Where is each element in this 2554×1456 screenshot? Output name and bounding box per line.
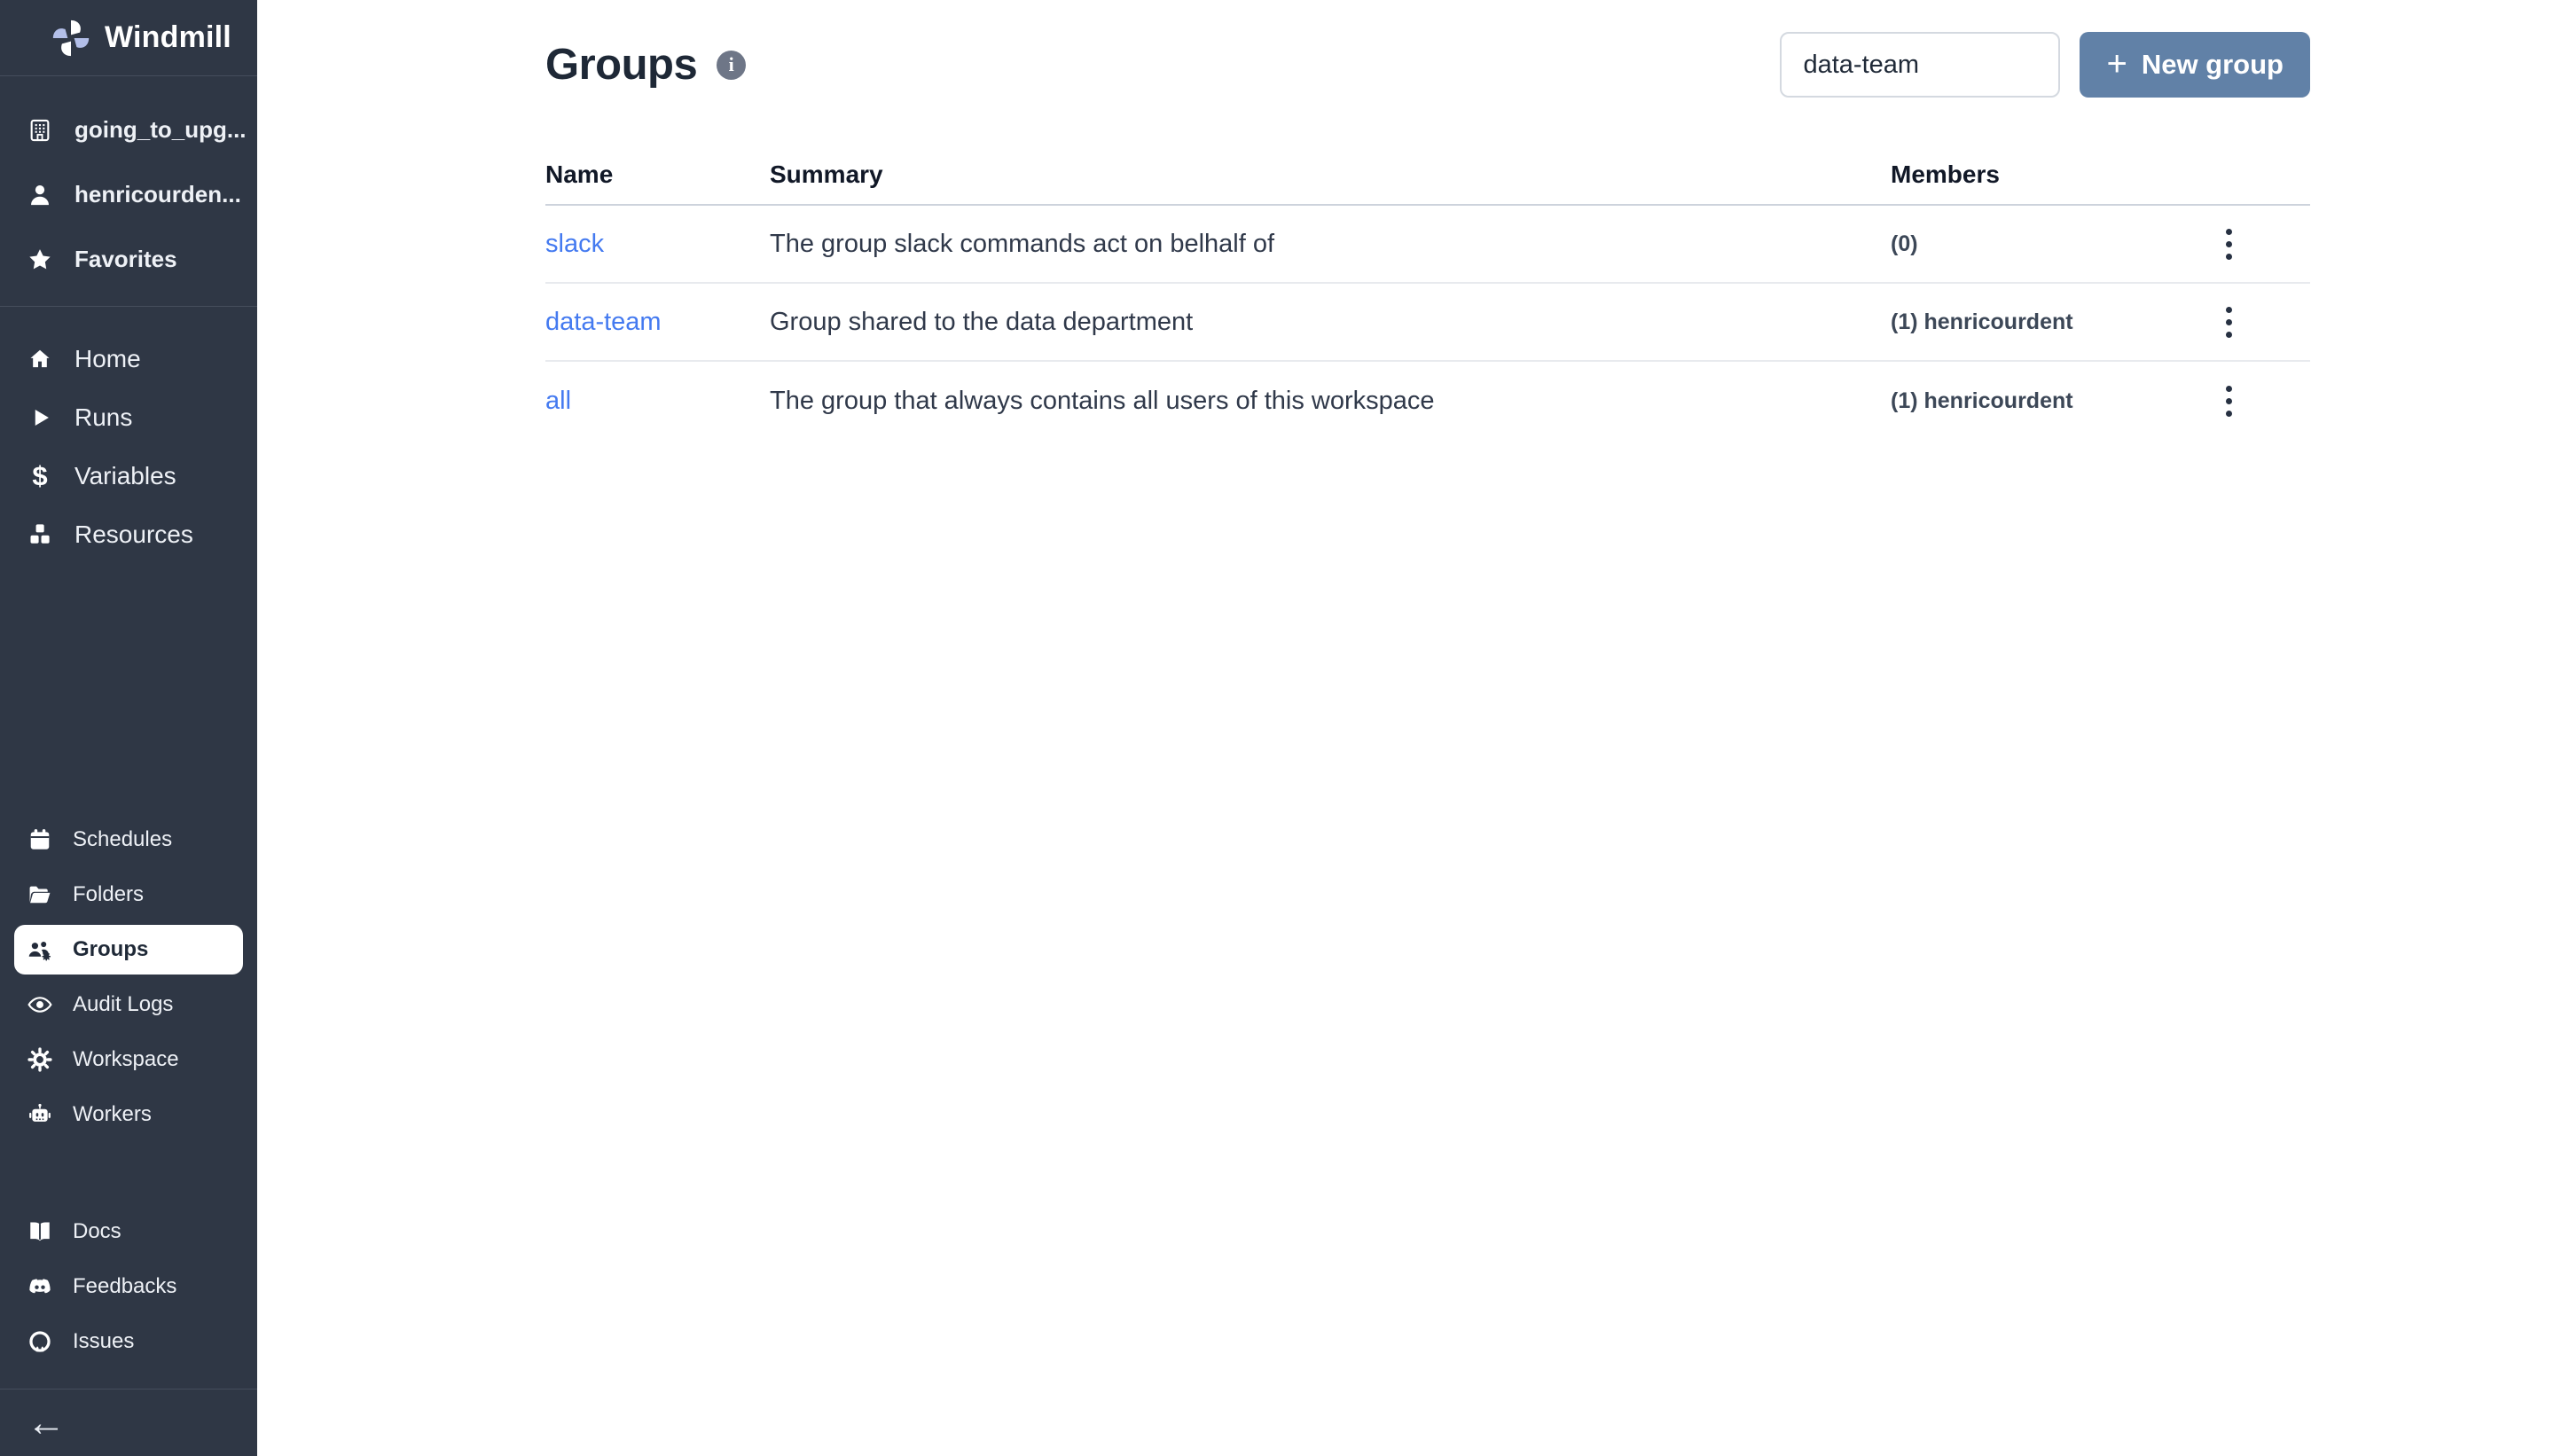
user-icon	[27, 182, 53, 208]
table-row: slack The group slack commands act on be…	[545, 206, 2310, 284]
sidebar-item-variables[interactable]: $ Variables	[0, 447, 257, 505]
info-icon[interactable]: i	[717, 51, 746, 80]
sidebar-item-workers[interactable]: Workers	[0, 1087, 257, 1142]
eye-icon	[27, 991, 53, 1018]
sidebar: Windmill going_to_upg...	[0, 0, 257, 1456]
discord-icon	[27, 1273, 53, 1300]
nav-label: Workspace	[73, 1047, 179, 1072]
nav-label: Schedules	[73, 827, 172, 852]
gear-icon	[27, 1046, 53, 1073]
group-summary: The group slack commands act on belhalf …	[770, 230, 1891, 259]
nav-label: Docs	[73, 1219, 121, 1244]
nav-label: Resources	[74, 521, 193, 549]
home-icon	[27, 346, 53, 372]
sidebar-footer: ←	[0, 1389, 257, 1456]
group-summary: The group that always contains all users…	[770, 387, 1891, 416]
sidebar-item-groups[interactable]: Groups	[14, 925, 243, 975]
robot-icon	[27, 1101, 53, 1128]
sidebar-secondary-nav: Schedules Folders	[0, 812, 257, 1142]
page-title: Groups	[545, 40, 697, 90]
sidebar-item-schedules[interactable]: Schedules	[0, 812, 257, 867]
new-group-button[interactable]: + New group	[2080, 32, 2310, 98]
group-members: (1) henricourdent	[1891, 309, 2210, 335]
sidebar-item-resources[interactable]: Resources	[0, 505, 257, 564]
sidebar-item-workspace-settings[interactable]: Workspace	[0, 1032, 257, 1087]
sidebar-item-folders[interactable]: Folders	[0, 867, 257, 922]
nav-label: Workers	[73, 1102, 152, 1127]
nav-label: Feedbacks	[73, 1274, 176, 1299]
github-icon	[27, 1328, 53, 1355]
sidebar-tertiary-nav: Docs Feedbacks Issues	[0, 1204, 257, 1369]
nav-label: Home	[74, 345, 141, 373]
nav-label: Issues	[73, 1329, 134, 1354]
building-icon	[27, 117, 53, 144]
row-menu-kebab-icon[interactable]	[2213, 298, 2245, 347]
nav-label: Groups	[73, 937, 148, 962]
column-header-members: Members	[1891, 160, 2210, 189]
nav-label: Runs	[74, 403, 132, 432]
book-icon	[27, 1218, 53, 1245]
windmill-logo[interactable]: Windmill	[0, 0, 257, 76]
group-summary: Group shared to the data department	[770, 308, 1891, 337]
table-row: all The group that always contains all u…	[545, 362, 2310, 440]
nav-label: Folders	[73, 882, 144, 907]
group-search-input[interactable]	[1780, 32, 2060, 98]
play-icon	[27, 404, 53, 431]
row-menu-kebab-icon[interactable]	[2213, 377, 2245, 426]
sidebar-item-runs[interactable]: Runs	[0, 388, 257, 447]
sidebar-item-user[interactable]: henricourden...	[0, 162, 257, 227]
row-menu-kebab-icon[interactable]	[2213, 220, 2245, 269]
app-title: Windmill	[105, 20, 231, 55]
table-header-row: Name Summary Members	[545, 145, 2310, 206]
workspace-label: going_to_upg...	[74, 116, 247, 144]
group-members: (0)	[1891, 231, 2210, 257]
table-row: data-team Group shared to the data depar…	[545, 284, 2310, 362]
sidebar-item-favorites[interactable]: Favorites	[0, 227, 257, 292]
sidebar-item-issues[interactable]: Issues	[0, 1314, 257, 1369]
star-icon	[27, 247, 53, 273]
sidebar-spacer	[0, 564, 257, 812]
plus-icon: +	[2106, 46, 2127, 82]
dollar-icon: $	[27, 463, 53, 489]
windmill-pinwheel-icon	[51, 19, 90, 58]
sidebar-item-feedbacks[interactable]: Feedbacks	[0, 1259, 257, 1314]
column-header-summary: Summary	[770, 160, 1891, 189]
page-header: Groups i + New group	[545, 32, 2310, 98]
group-members: (1) henricourdent	[1891, 388, 2210, 414]
group-link-all[interactable]: all	[545, 387, 571, 415]
arrow-left-icon[interactable]: ←	[27, 1404, 66, 1443]
nav-label: Audit Logs	[73, 992, 173, 1017]
favorites-label: Favorites	[74, 246, 177, 273]
sidebar-primary-nav: Home Runs $ Variables Resources	[0, 307, 257, 564]
nav-label: Variables	[74, 462, 176, 490]
sidebar-item-workspace[interactable]: going_to_upg...	[0, 98, 257, 162]
group-link-data-team[interactable]: data-team	[545, 308, 662, 336]
column-header-name: Name	[545, 160, 770, 189]
sidebar-item-home[interactable]: Home	[0, 330, 257, 388]
calendar-icon	[27, 826, 53, 853]
user-label: henricourden...	[74, 181, 241, 208]
cubes-icon	[27, 521, 53, 548]
user-group-icon	[27, 936, 53, 963]
sidebar-item-audit-logs[interactable]: Audit Logs	[0, 977, 257, 1032]
groups-table: Name Summary Members slack The group sla…	[545, 145, 2310, 440]
sidebar-account-section: going_to_upg... henricourden... Favorite…	[0, 76, 257, 307]
new-group-button-label: New group	[2142, 49, 2284, 81]
sidebar-item-docs[interactable]: Docs	[0, 1204, 257, 1259]
main-content: Groups i + New group Name Summary Member…	[257, 0, 2554, 1456]
group-link-slack[interactable]: slack	[545, 230, 604, 258]
folder-icon	[27, 881, 53, 908]
